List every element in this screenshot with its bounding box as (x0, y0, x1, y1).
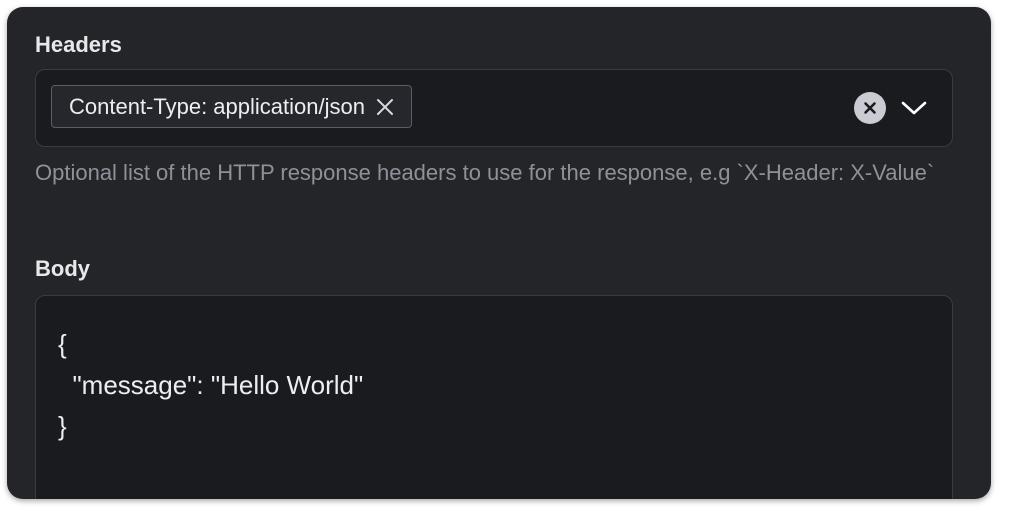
header-chip-label: Content-Type: application/json (69, 93, 365, 119)
body-label: Body (35, 256, 90, 281)
response-form-panel: Headers Content-Type: application/json O… (7, 7, 991, 499)
clear-circle-icon[interactable] (854, 92, 886, 124)
headers-multiselect[interactable]: Content-Type: application/json (35, 69, 953, 147)
headers-label: Headers (35, 32, 122, 57)
header-chip: Content-Type: application/json (51, 85, 412, 128)
close-icon[interactable] (375, 97, 395, 117)
chevron-down-icon[interactable] (898, 94, 930, 122)
body-editor[interactable]: { "message": "Hello World" } (35, 295, 953, 499)
headers-help-text: Optional list of the HTTP response heade… (35, 160, 935, 185)
